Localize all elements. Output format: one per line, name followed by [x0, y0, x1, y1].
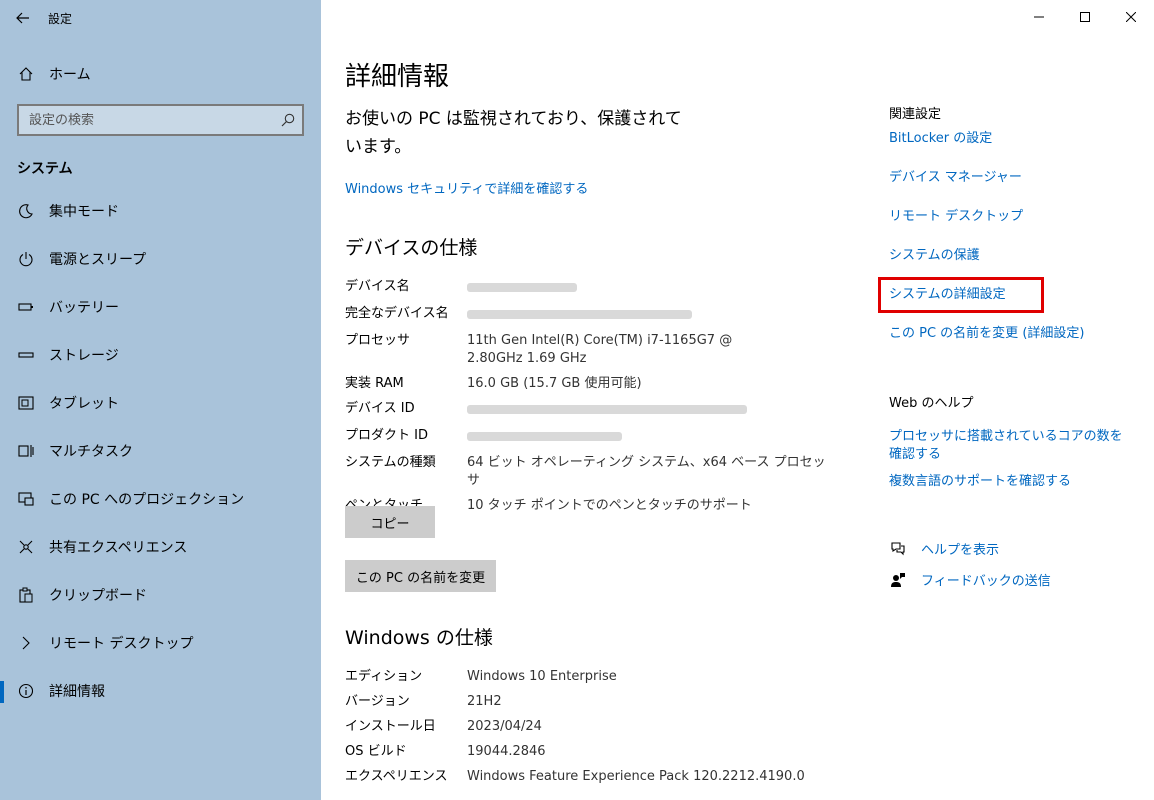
sidebar-item-label: クリップボード	[49, 588, 147, 604]
feedback-person-icon	[889, 571, 907, 589]
clipboard-icon	[17, 586, 35, 604]
redacted-value	[467, 432, 622, 441]
sidebar-item-label: タブレット	[49, 396, 119, 412]
sidebar-item-power-sleep[interactable]: 電源とスリープ	[0, 239, 321, 279]
home-icon	[17, 65, 35, 83]
sidebar-item-label: リモート デスクトップ	[49, 636, 194, 652]
sidebar-item-label: この PC へのプロジェクション	[49, 492, 245, 508]
app-title: 設定	[48, 11, 73, 26]
close-button[interactable]	[1108, 0, 1154, 34]
spec-row-os-build: OS ビルド 19044.2846	[345, 744, 546, 759]
windows-specs-heading: Windows の仕様	[345, 627, 493, 649]
spec-row-system-type: システムの種類 64 ビット オペレーティング システム、x64 ベース プロセ…	[345, 455, 826, 488]
section-header: システム	[17, 161, 73, 177]
spec-row-install-date: インストール日 2023/04/24	[345, 719, 542, 734]
search-input[interactable]	[29, 112, 269, 128]
redacted-value	[467, 283, 577, 292]
sidebar-item-battery[interactable]: バッテリー	[0, 287, 321, 327]
maximize-icon	[1080, 12, 1090, 22]
get-help-label: ヘルプを表示	[921, 543, 1000, 558]
close-icon	[1126, 12, 1136, 22]
page-title: 詳細情報	[345, 62, 450, 92]
bitlocker-settings-link[interactable]: BitLocker の設定	[889, 130, 992, 148]
system-protection-link[interactable]: システムの保護	[889, 247, 980, 265]
redacted-value	[467, 310, 692, 319]
sidebar-item-multitasking[interactable]: マルチタスク	[0, 431, 321, 471]
sidebar-item-label: 共有エクスペリエンス	[49, 540, 188, 556]
sidebar-item-home[interactable]: ホーム	[0, 54, 321, 94]
sidebar-item-storage[interactable]: ストレージ	[0, 335, 321, 375]
windows-security-link[interactable]: Windows セキュリティで詳細を確認する	[345, 178, 588, 197]
moon-icon	[17, 202, 35, 220]
web-help-heading: Web のヘルプ	[889, 396, 974, 411]
sidebar-item-remote-desktop[interactable]: リモート デスクトップ	[0, 623, 321, 663]
sidebar-item-label: ストレージ	[49, 348, 119, 364]
info-icon	[17, 682, 35, 700]
device-specs-table: デバイス名 完全なデバイス名 プロセッサ 11th Gen Intel(R) C…	[345, 278, 827, 522]
get-help-link[interactable]: ヘルプを表示	[889, 539, 999, 558]
spec-row-ram: 実装 RAM 16.0 GB (15.7 GB 使用可能)	[345, 376, 642, 391]
rename-pc-button[interactable]: この PC の名前を変更	[345, 560, 496, 592]
sidebar-item-label: 電源とスリープ	[49, 252, 147, 268]
sidebar-item-label: 集中モード	[49, 204, 119, 220]
battery-icon	[17, 298, 35, 316]
projection-icon	[17, 490, 35, 508]
tablet-icon	[17, 394, 35, 412]
remote-desktop-link[interactable]: リモート デスクトップ	[889, 208, 1023, 226]
sidebar-item-focus-assist[interactable]: 集中モード	[0, 191, 321, 231]
spec-row-full-device-name: 完全なデバイス名	[345, 305, 827, 325]
protection-status: お使いの PC は監視されており、保護されています。	[345, 109, 682, 157]
advanced-system-settings-link[interactable]: システムの詳細設定	[889, 286, 1006, 304]
multitask-icon	[17, 442, 35, 460]
back-arrow-icon	[16, 12, 29, 24]
language-support-help-link[interactable]: 複数言語のサポートを確認する	[889, 473, 1071, 491]
spec-row-product-id: プロダクト ID	[345, 427, 827, 447]
send-feedback-link[interactable]: フィードバックの送信	[889, 570, 1051, 589]
minimize-button[interactable]	[1016, 0, 1062, 34]
storage-icon	[17, 346, 35, 364]
back-button[interactable]	[0, 0, 46, 36]
spec-row-device-id: デバイス ID	[345, 400, 827, 420]
sidebar-item-projection[interactable]: この PC へのプロジェクション	[0, 479, 321, 519]
sidebar: 設定 ホーム システム 集中モード 電源とスリープ バッテリー ストレージ タブ…	[0, 0, 321, 800]
sidebar-item-about[interactable]: 詳細情報	[0, 671, 321, 711]
sidebar-item-tablet[interactable]: タブレット	[0, 383, 321, 423]
shared-experience-icon	[17, 538, 35, 556]
power-icon	[17, 250, 35, 268]
related-settings-heading: 関連設定	[889, 107, 942, 122]
device-manager-link[interactable]: デバイス マネージャー	[889, 169, 1022, 187]
search-box[interactable]	[17, 104, 304, 136]
remote-desktop-icon	[17, 634, 35, 652]
spec-row-version: バージョン 21H2	[345, 694, 502, 709]
spec-row-processor: プロセッサ 11th Gen Intel(R) Core(TM) i7-1165…	[345, 333, 733, 366]
spec-row-edition: エディション Windows 10 Enterprise	[345, 669, 617, 684]
minimize-icon	[1034, 16, 1044, 18]
maximize-button[interactable]	[1062, 0, 1108, 34]
sidebar-item-label: ホーム	[49, 67, 91, 83]
send-feedback-label: フィードバックの送信	[921, 574, 1051, 589]
help-chat-icon	[889, 540, 907, 558]
sidebar-item-label: マルチタスク	[49, 444, 133, 460]
title-bar: 設定	[0, 0, 321, 36]
copy-button[interactable]: コピー	[345, 506, 435, 538]
sidebar-item-shared-experiences[interactable]: 共有エクスペリエンス	[0, 527, 321, 567]
spec-row-experience: エクスペリエンス Windows Feature Experience Pack…	[345, 769, 805, 784]
windows-specs-table: エディション Windows 10 Enterprise バージョン 21H2 …	[345, 668, 807, 793]
sidebar-item-clipboard[interactable]: クリップボード	[0, 575, 321, 615]
rename-pc-advanced-link[interactable]: この PC の名前を変更 (詳細設定)	[889, 325, 1084, 343]
search-icon	[281, 113, 295, 127]
sidebar-item-label: 詳細情報	[49, 684, 105, 700]
processor-cores-help-link[interactable]: プロセッサに搭載されているコアの数を確認する	[889, 428, 1129, 464]
redacted-value	[467, 405, 747, 414]
spec-row-device-name: デバイス名	[345, 278, 827, 298]
sidebar-item-label: バッテリー	[49, 300, 119, 316]
device-specs-heading: デバイスの仕様	[345, 237, 478, 259]
